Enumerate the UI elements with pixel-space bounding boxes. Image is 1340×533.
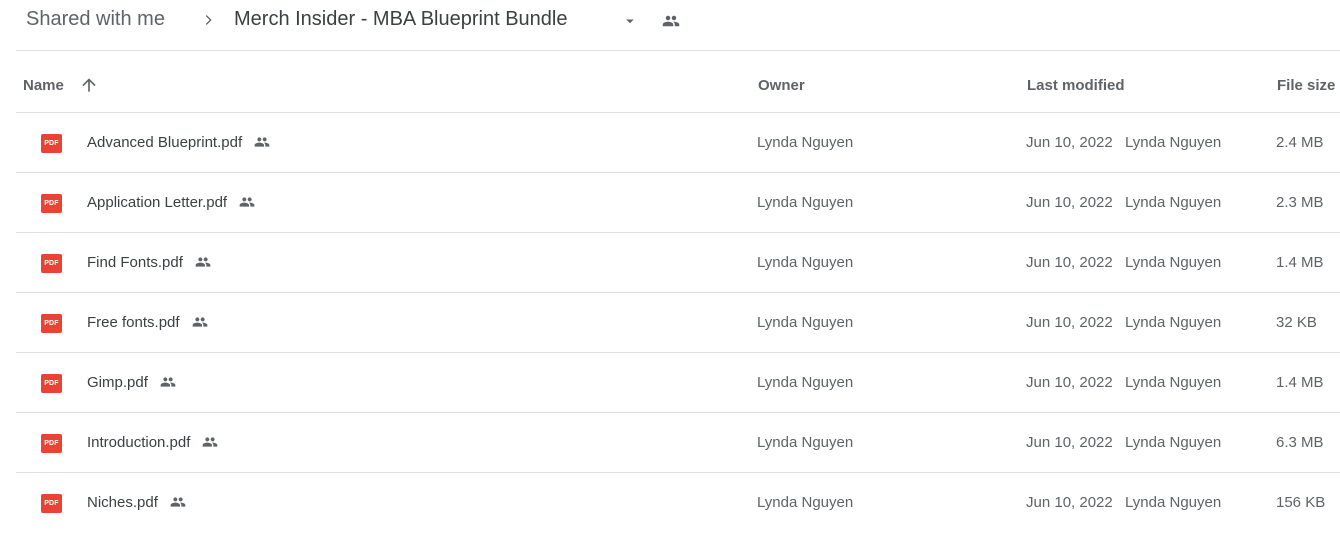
file-name[interactable]: Find Fonts.pdf <box>87 254 214 271</box>
people-icon <box>239 197 255 207</box>
file-modified-date: Jun 10, 2022 <box>1026 194 1113 211</box>
people-icon <box>662 15 680 27</box>
file-modified-date: Jun 10, 2022 <box>1026 314 1113 331</box>
file-modified-by: Lynda Nguyen <box>1125 194 1222 211</box>
file-name-text[interactable]: Introduction.pdf <box>87 434 190 451</box>
caret-down-icon[interactable] <box>621 12 639 30</box>
table-row[interactable]: PDF Application Letter.pdf Lynda Nguyen Jun… <box>0 173 1340 233</box>
people-icon <box>203 437 218 447</box>
table-row[interactable]: PDF Niches.pdf Lynda Nguyen Jun 10, 2022 Lyn… <box>0 473 1340 533</box>
file-modified-date: Jun 10, 2022 <box>1026 494 1113 511</box>
file-name[interactable]: Niches.pdf <box>87 494 189 511</box>
file-name-text[interactable]: Free fonts.pdf <box>87 314 180 331</box>
table-row[interactable]: PDF Find Fonts.pdf Lynda Nguyen Jun 10, 202… <box>0 233 1340 293</box>
file-owner: Lynda Nguyen <box>757 494 854 511</box>
people-icon <box>192 317 207 327</box>
file-owner: Lynda Nguyen <box>757 254 854 271</box>
file-modified-date: Jun 10, 2022 <box>1026 434 1113 451</box>
pdf-file-icon: PDF <box>41 314 62 333</box>
file-size: 6.3 MB <box>1276 434 1324 451</box>
file-name-text[interactable]: Application Letter.pdf <box>87 194 227 211</box>
file-name[interactable]: Introduction.pdf <box>87 434 221 451</box>
breadcrumb-current-folder[interactable]: Merch Insider - MBA Blueprint Bundle <box>234 8 568 31</box>
file-modified-by: Lynda Nguyen <box>1125 434 1222 451</box>
file-size: 1.4 MB <box>1276 254 1324 271</box>
column-header-name[interactable]: Name <box>23 77 64 94</box>
breadcrumb: Shared with me Merch Insider - MBA Bluep… <box>0 0 1340 44</box>
table-row[interactable]: PDF Advanced Blueprint.pdf Lynda Nguyen Jun… <box>0 113 1340 173</box>
breadcrumb-shared-with-me[interactable]: Shared with me <box>26 8 165 31</box>
table-row[interactable]: PDF Introduction.pdf Lynda Nguyen Jun 10, 2… <box>0 413 1340 473</box>
file-size: 2.4 MB <box>1276 134 1324 151</box>
file-owner: Lynda Nguyen <box>757 194 854 211</box>
people-icon <box>195 257 211 267</box>
pdf-file-icon: PDF <box>41 134 62 153</box>
pdf-file-icon: PDF <box>41 194 62 213</box>
file-name[interactable]: Free fonts.pdf <box>87 314 211 331</box>
column-header-file-size[interactable]: File size <box>1277 77 1335 94</box>
column-header-owner[interactable]: Owner <box>758 77 805 94</box>
file-modified-by: Lynda Nguyen <box>1125 254 1222 271</box>
file-size: 2.3 MB <box>1276 194 1324 211</box>
people-icon <box>170 497 186 507</box>
chevron-right-icon <box>205 15 212 25</box>
file-modified-by: Lynda Nguyen <box>1125 494 1222 511</box>
file-modified-by: Lynda Nguyen <box>1125 314 1222 331</box>
file-modified-date: Jun 10, 2022 <box>1026 134 1113 151</box>
file-modified-by: Lynda Nguyen <box>1125 134 1222 151</box>
pdf-file-icon: PDF <box>41 434 62 453</box>
file-modified-by: Lynda Nguyen <box>1125 374 1222 391</box>
people-icon <box>254 137 270 147</box>
file-owner: Lynda Nguyen <box>757 374 854 391</box>
file-owner: Lynda Nguyen <box>757 314 854 331</box>
table-row[interactable]: PDF Free fonts.pdf Lynda Nguyen Jun 10, 202… <box>0 293 1340 353</box>
file-name[interactable]: Gimp.pdf <box>87 374 179 391</box>
pdf-file-icon: PDF <box>41 374 62 393</box>
file-size: 156 KB <box>1276 494 1326 511</box>
arrow-up-icon[interactable] <box>79 75 99 95</box>
file-name[interactable]: Application Letter.pdf <box>87 194 258 211</box>
file-owner: Lynda Nguyen <box>757 134 854 151</box>
file-name[interactable]: Advanced Blueprint.pdf <box>87 134 273 151</box>
table-header: Name Owner Last modified File size <box>0 60 1340 112</box>
file-name-text[interactable]: Niches.pdf <box>87 494 158 511</box>
column-header-last-modified[interactable]: Last modified <box>1027 77 1125 94</box>
file-modified-date: Jun 10, 2022 <box>1026 374 1113 391</box>
file-owner: Lynda Nguyen <box>757 434 854 451</box>
people-icon <box>160 377 176 387</box>
file-name-text[interactable]: Advanced Blueprint.pdf <box>87 134 242 151</box>
file-size: 32 KB <box>1276 314 1317 331</box>
pdf-file-icon: PDF <box>41 254 62 273</box>
file-name-text[interactable]: Find Fonts.pdf <box>87 254 183 271</box>
divider <box>16 50 1340 51</box>
file-size: 1.4 MB <box>1276 374 1324 391</box>
table-row[interactable]: PDF Gimp.pdf Lynda Nguyen Jun 10, 2022 Lynda… <box>0 353 1340 413</box>
file-name-text[interactable]: Gimp.pdf <box>87 374 148 391</box>
file-modified-date: Jun 10, 2022 <box>1026 254 1113 271</box>
pdf-file-icon: PDF <box>41 494 62 513</box>
